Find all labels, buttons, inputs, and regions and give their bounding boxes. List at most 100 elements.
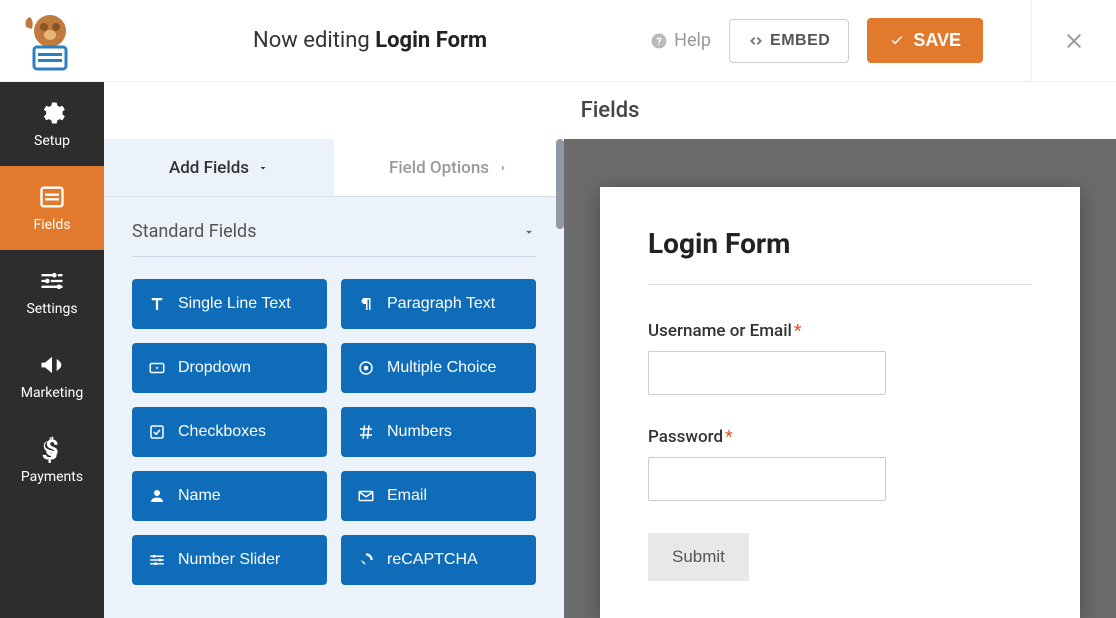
field-checkboxes[interactable]: Checkboxes [132,407,327,457]
field-label: Dropdown [178,359,251,377]
field-label: Paragraph Text [387,295,495,313]
editing-title-area: Now editing Login Form [90,28,650,53]
dropdown-icon [148,359,166,377]
person-icon [148,487,166,505]
envelope-icon [357,487,375,505]
sidebar-item-fields[interactable]: Fields [0,166,104,250]
help-icon: ? [650,32,668,50]
main-area: Setup Fields Settings Marketing $ Paymen… [0,82,1116,618]
checkbox-icon [148,423,166,441]
recaptcha-icon [357,551,375,569]
left-sidebar: Setup Fields Settings Marketing $ Paymen… [0,82,104,618]
field-label: Single Line Text [178,295,291,313]
username-input[interactable] [648,351,886,395]
field-email[interactable]: Email [341,471,536,521]
help-link[interactable]: ? Help [650,30,711,51]
field-name[interactable]: Name [132,471,327,521]
megaphone-icon [38,351,66,379]
editing-prefix: Now editing [253,28,375,53]
field-dropdown[interactable]: Dropdown [132,343,327,393]
field-label: Password* [648,427,1032,447]
gear-icon [38,99,66,127]
field-label: Multiple Choice [387,359,496,377]
required-mark: * [725,427,733,447]
save-button[interactable]: SAVE [867,18,983,63]
field-label: Numbers [387,423,452,441]
sidebar-label: Fields [33,217,70,233]
preview-pane: Login Form Username or Email* Password* [564,139,1116,618]
sidebar-label: Payments [21,469,83,485]
field-numbers[interactable]: Numbers [341,407,536,457]
field-single-line-text[interactable]: Single Line Text [132,279,327,329]
sidebar-label: Marketing [21,385,84,401]
svg-text:$: $ [45,435,58,462]
panel-body: Standard Fields Single Line Text Paragra… [104,197,564,618]
embed-button[interactable]: EMBED [729,19,849,63]
hash-icon [357,423,375,441]
field-number-slider[interactable]: Number Slider [132,535,327,585]
field-paragraph-text[interactable]: Paragraph Text [341,279,536,329]
topbar: Now editing Login Form ? Help EMBED SAVE [0,0,1116,82]
code-icon [748,33,764,49]
preview-form-title: Login Form [648,227,1032,285]
field-label: Email [387,487,427,505]
sidebar-label: Settings [26,301,77,317]
preview-field-password[interactable]: Password* [648,427,1032,501]
dollar-icon: $ [38,435,66,463]
sidebar-label: Setup [34,133,70,149]
sidebar-item-settings[interactable]: Settings [0,250,104,334]
sliders-icon [38,267,66,295]
password-input[interactable] [648,457,886,501]
chevron-down-icon [257,162,269,174]
preview-field-username[interactable]: Username or Email* [648,321,1032,395]
tab-add-fields[interactable]: Add Fields [104,139,334,196]
field-recaptcha[interactable]: reCAPTCHA [341,535,536,585]
preview-card: Login Form Username or Email* Password* [600,187,1080,618]
field-multiple-choice[interactable]: Multiple Choice [341,343,536,393]
workspace-body: Add Fields Field Options Standard Fields [104,139,1116,618]
field-label: reCAPTCHA [387,551,478,569]
editing-label: Now editing Login Form [253,28,487,53]
form-icon [38,183,66,211]
save-label: SAVE [913,30,961,51]
group-standard-fields[interactable]: Standard Fields [132,221,536,257]
fields-panel: Add Fields Field Options Standard Fields [104,139,564,618]
required-mark: * [794,321,802,341]
chevron-down-icon [522,225,536,239]
text-icon [148,295,166,313]
chevron-right-icon [497,162,509,174]
field-label: Username or Email* [648,321,1032,341]
tab-field-options[interactable]: Field Options [334,139,564,196]
sidebar-item-setup[interactable]: Setup [0,82,104,166]
field-label: Name [178,487,221,505]
sidebar-item-marketing[interactable]: Marketing [0,334,104,418]
field-label: Number Slider [178,551,280,569]
slider-icon [148,551,166,569]
check-icon [889,33,905,49]
submit-row: Submit [648,533,1032,581]
tab-label: Field Options [389,158,489,178]
close-button[interactable] [1031,0,1096,82]
app-logo [10,6,90,76]
sidebar-item-payments[interactable]: $ Payments [0,418,104,502]
paragraph-icon [357,295,375,313]
topbar-actions: ? Help EMBED SAVE [650,0,1096,82]
field-grid: Single Line Text Paragraph Text Dropdown [132,279,536,585]
group-title: Standard Fields [132,221,257,242]
panel-tabs: Add Fields Field Options [104,139,564,197]
scrollbar-thumb[interactable] [556,139,564,229]
embed-label: EMBED [770,32,830,50]
help-label: Help [674,30,711,51]
section-title: Fields [104,82,1116,139]
submit-button[interactable]: Submit [648,533,749,581]
scrollbar[interactable] [556,139,564,618]
workspace: Fields Add Fields Field Options [104,82,1116,618]
radio-icon [357,359,375,377]
label-text: Username or Email [648,321,792,341]
field-label: Checkboxes [178,423,266,441]
form-name: Login Form [375,28,487,53]
tab-label: Add Fields [169,158,249,178]
close-icon [1062,29,1086,53]
svg-text:?: ? [657,34,662,47]
submit-label: Submit [672,547,725,566]
